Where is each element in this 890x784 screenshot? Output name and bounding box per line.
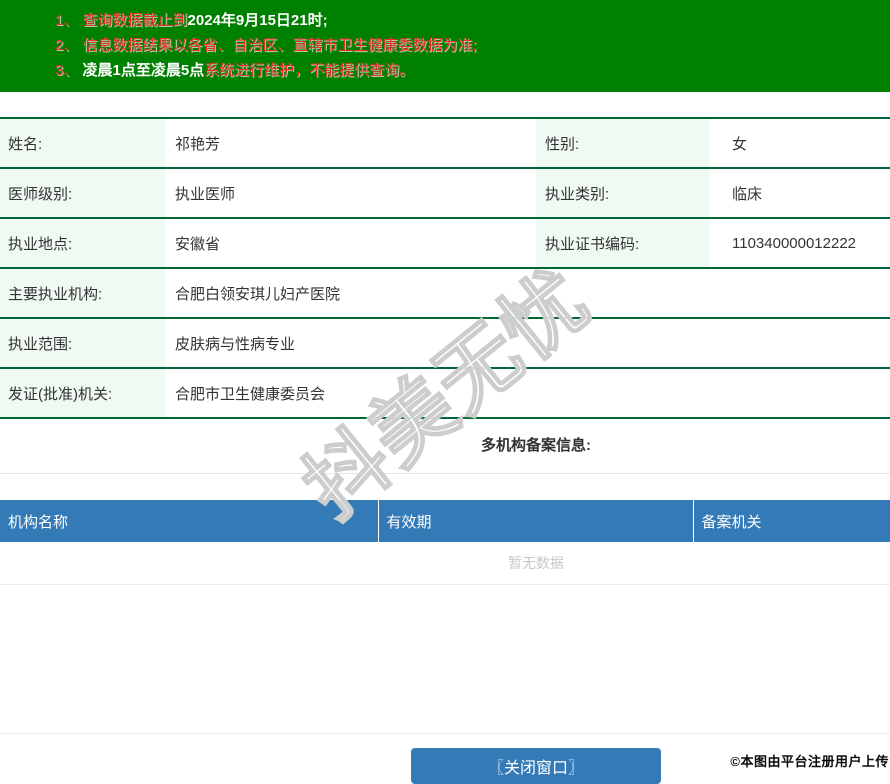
notice-line-2: 2、 信息数据结果以各省、自治区、直辖市卫生健康委数据为准; [55, 33, 890, 58]
doctor-info-table: 姓名: 祁艳芳 性别: 女 医师级别: 执业医师 执业类别: 临床 执业地点: … [0, 117, 890, 419]
notice-line-3: 3、 凌晨1点至凌晨5点系统进行维护，不能提供查询。 [55, 58, 890, 83]
name-label: 姓名: [0, 118, 165, 169]
gender-value: 女 [710, 118, 890, 169]
table-row: 执业范围: 皮肤病与性病专业 [0, 318, 890, 369]
certificate-no-value: 110340000012222 [710, 218, 890, 269]
no-data-message: 暂无数据 [0, 542, 890, 585]
issuing-authority-label: 发证(批准)机关: [0, 368, 165, 419]
page-container: 1、 查询数据截止到2024年9月15日21时; 2、 信息数据结果以各省、自治… [0, 0, 890, 784]
filing-header-row: 机构名称 有效期 备案机关 [0, 500, 890, 542]
copyright-stamp: ©本图由平台注册用户上传 [730, 754, 889, 769]
practice-type-value: 临床 [710, 168, 890, 219]
main-institution-value: 合肥白领安琪儿妇产医院 [165, 268, 890, 319]
practice-scope-value: 皮肤病与性病专业 [165, 318, 890, 369]
column-header-validity: 有效期 [378, 500, 694, 542]
close-window-button[interactable]: 〖关闭窗口〗 [411, 748, 661, 784]
table-row: 发证(批准)机关: 合肥市卫生健康委员会 [0, 368, 890, 419]
practice-scope-label: 执业范围: [0, 318, 165, 369]
issuing-authority-value: 合肥市卫生健康委员会 [165, 368, 890, 419]
gender-label: 性别: [536, 118, 710, 169]
notice-banner: 1、 查询数据截止到2024年9月15日21时; 2、 信息数据结果以各省、自治… [0, 0, 890, 92]
notice-line-1: 1、 查询数据截止到2024年9月15日21时; [55, 8, 890, 33]
main-institution-label: 主要执业机构: [0, 268, 165, 319]
notice-1-highlight: 2024年9月15日21时; [187, 12, 328, 29]
notice-3-tail: 系统进行维护，不能提供查询。 [204, 62, 415, 79]
notice-3-text: 3、 [55, 62, 83, 79]
table-row: 医师级别: 执业医师 执业类别: 临床 [0, 168, 890, 219]
notice-3-highlight: 凌晨1点至凌晨5点 [82, 62, 205, 79]
filing-table: 机构名称 有效期 备案机关 [0, 500, 890, 542]
column-header-institution: 机构名称 [0, 500, 379, 542]
notice-2-text: 2、 信息数据结果以各省、自治区、直辖市卫生健康委数据为准; [55, 37, 477, 54]
table-row: 主要执业机构: 合肥白领安琪儿妇产医院 [0, 268, 890, 319]
practice-place-value: 安徽省 [165, 218, 536, 269]
doctor-level-label: 医师级别: [0, 168, 165, 219]
content-spacer [0, 585, 890, 734]
practice-place-label: 执业地点: [0, 218, 165, 269]
filing-section-title: 多机构备案信息: [0, 419, 890, 474]
doctor-level-value: 执业医师 [165, 168, 536, 219]
column-header-authority: 备案机关 [693, 500, 890, 542]
certificate-no-label: 执业证书编码: [536, 218, 710, 269]
table-row: 执业地点: 安徽省 执业证书编码: 110340000012222 [0, 218, 890, 269]
name-value: 祁艳芳 [165, 118, 536, 169]
notice-1-text: 1、 查询数据截止到 [55, 12, 188, 29]
practice-type-label: 执业类别: [536, 168, 710, 219]
table-row: 姓名: 祁艳芳 性别: 女 [0, 118, 890, 169]
